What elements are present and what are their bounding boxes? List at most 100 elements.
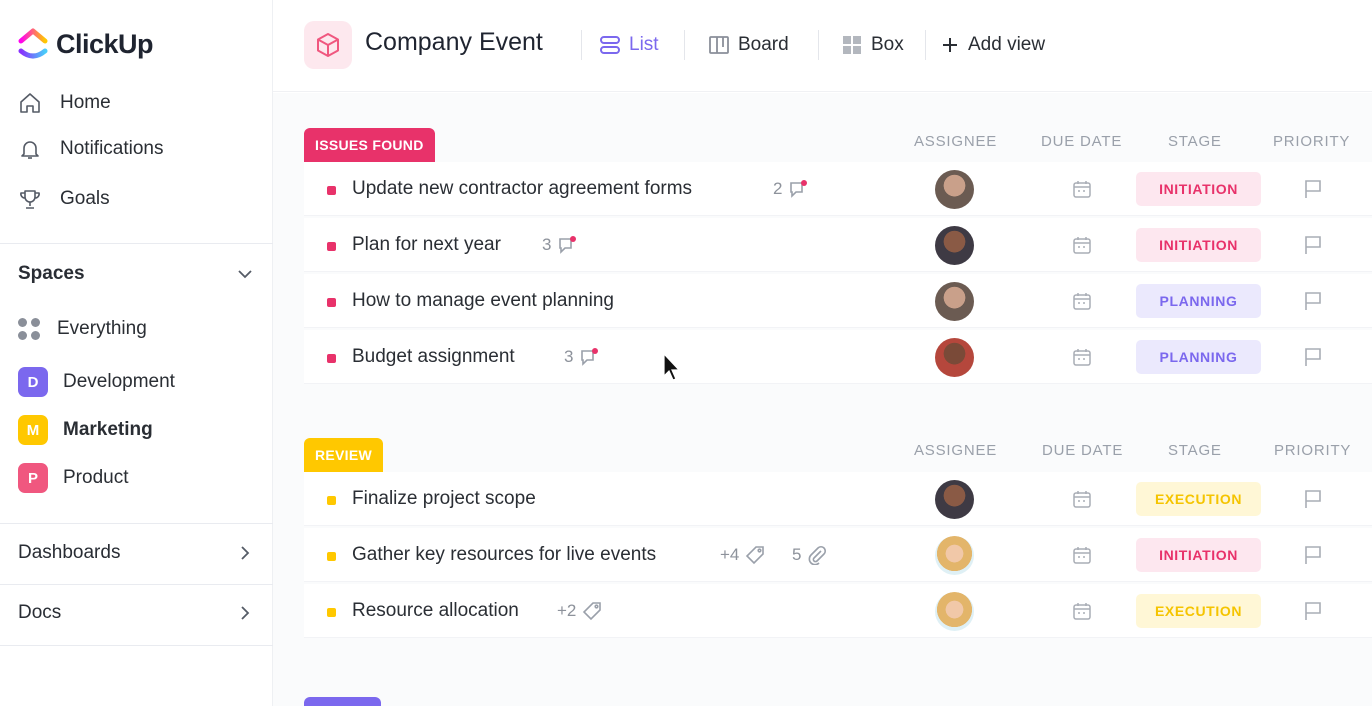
task-name[interactable]: Plan for next year — [352, 234, 501, 256]
nav-home[interactable]: Home — [18, 88, 111, 118]
clickup-logo[interactable]: ClickUp — [18, 24, 154, 64]
tab-box[interactable]: Box — [841, 30, 904, 60]
task-row[interactable]: Finalize project scope EXECUTION — [304, 472, 1372, 526]
task-name[interactable]: Budget assignment — [352, 346, 515, 368]
task-row[interactable]: Resource allocation +2 EXECUTION — [304, 584, 1372, 638]
home-icon — [20, 93, 40, 113]
task-name[interactable]: Gather key resources for live events — [352, 544, 656, 566]
calendar-icon[interactable] — [1072, 179, 1092, 199]
column-header-assignee[interactable]: ASSIGNEE — [914, 133, 997, 150]
calendar-icon[interactable] — [1072, 601, 1092, 621]
chevron-right-icon — [241, 606, 250, 620]
status-dot[interactable] — [327, 496, 336, 505]
space-product[interactable]: P Product — [18, 462, 128, 494]
nav-notifications[interactable]: Notifications — [18, 134, 164, 164]
assignee-avatar[interactable] — [935, 170, 974, 209]
add-view-button[interactable]: Add view — [940, 30, 1045, 60]
task-name[interactable]: Resource allocation — [352, 600, 519, 622]
dashboards-label: Dashboards — [18, 542, 121, 563]
column-header-stage[interactable]: STAGE — [1168, 133, 1222, 150]
status-dot[interactable] — [327, 552, 336, 561]
column-header-priority[interactable]: PRIORITY — [1273, 133, 1350, 150]
column-header-assignee[interactable]: ASSIGNEE — [914, 442, 997, 459]
assignee-avatar[interactable] — [935, 338, 974, 377]
stage-badge[interactable]: INITIATION — [1136, 228, 1261, 262]
column-header-stage[interactable]: STAGE — [1168, 442, 1222, 459]
main-content: ISSUES FOUND ASSIGNEE DUE DATE STAGE PRI… — [273, 93, 1372, 706]
comment-count[interactable]: 2 — [773, 179, 808, 199]
status-dot[interactable] — [327, 354, 336, 363]
stage-badge[interactable]: EXECUTION — [1136, 594, 1261, 628]
stage-badge[interactable]: INITIATION — [1136, 538, 1261, 572]
comment-icon — [559, 235, 577, 254]
tag-count[interactable]: +4 — [720, 545, 765, 565]
task-row[interactable]: Update new contractor agreement forms 2 … — [304, 162, 1372, 216]
group-tag-partial[interactable] — [304, 697, 381, 706]
task-row[interactable]: Gather key resources for live events +4 … — [304, 528, 1372, 582]
header-separator — [581, 30, 582, 60]
tab-list[interactable]: List — [599, 30, 659, 60]
task-name[interactable]: Update new contractor agreement forms — [352, 178, 692, 200]
comment-count[interactable]: 3 — [542, 235, 577, 255]
space-label-product: Product — [63, 467, 129, 488]
column-header-due-date[interactable]: DUE DATE — [1042, 442, 1123, 459]
comment-count-value: 3 — [564, 346, 574, 366]
column-header-due-date[interactable]: DUE DATE — [1041, 133, 1122, 150]
plus-icon — [943, 38, 957, 52]
assignee-avatar[interactable] — [935, 480, 974, 519]
group-tag-review[interactable]: REVIEW — [304, 438, 384, 472]
assignee-avatar[interactable] — [935, 592, 974, 631]
calendar-icon[interactable] — [1072, 291, 1092, 311]
chevron-right-icon — [241, 546, 250, 560]
group-tag-issues-found[interactable]: ISSUES FOUND — [304, 128, 435, 162]
flag-icon[interactable] — [1302, 290, 1324, 312]
attachment-count[interactable]: 5 — [792, 545, 827, 565]
calendar-icon[interactable] — [1072, 545, 1092, 565]
assignee-avatar[interactable] — [935, 536, 974, 575]
chevron-down-icon[interactable] — [236, 265, 254, 283]
spaces-header[interactable]: Spaces — [18, 259, 254, 289]
flag-icon[interactable] — [1302, 346, 1324, 368]
flag-icon[interactable] — [1302, 488, 1324, 510]
assignee-avatar[interactable] — [935, 226, 974, 265]
top-header: Company Event List Board Box Add view — [273, 0, 1372, 92]
status-dot[interactable] — [327, 186, 336, 195]
calendar-icon[interactable] — [1072, 235, 1092, 255]
status-dot[interactable] — [327, 242, 336, 251]
stage-badge[interactable]: PLANNING — [1136, 340, 1261, 374]
flag-icon[interactable] — [1302, 178, 1324, 200]
space-everything[interactable]: Everything — [18, 313, 147, 345]
nav-goals[interactable]: Goals — [18, 184, 110, 214]
flag-icon[interactable] — [1302, 600, 1324, 622]
comment-count[interactable]: 3 — [564, 347, 599, 367]
task-row[interactable]: Budget assignment 3 PLANNING — [304, 330, 1372, 384]
tag-count[interactable]: +2 — [557, 601, 602, 621]
header-separator — [818, 30, 819, 60]
task-row[interactable]: How to manage event planning PLANNING — [304, 274, 1372, 328]
status-dot[interactable] — [327, 608, 336, 617]
assignee-avatar[interactable] — [935, 282, 974, 321]
stage-badge[interactable]: EXECUTION — [1136, 482, 1261, 516]
stage-badge[interactable]: INITIATION — [1136, 172, 1261, 206]
space-development[interactable]: D Development — [18, 366, 175, 398]
docs-item[interactable]: Docs — [18, 598, 254, 628]
tag-icon — [746, 545, 765, 564]
column-header-priority[interactable]: PRIORITY — [1274, 442, 1351, 459]
calendar-icon[interactable] — [1072, 347, 1092, 367]
board-icon — [709, 36, 729, 54]
task-name[interactable]: How to manage event planning — [352, 290, 614, 312]
dashboards-item[interactable]: Dashboards — [18, 538, 254, 568]
flag-icon[interactable] — [1302, 544, 1324, 566]
attachment-count-value: 5 — [792, 544, 802, 564]
comment-count-value: 2 — [773, 178, 783, 198]
status-dot[interactable] — [327, 298, 336, 307]
space-marketing[interactable]: M Marketing — [18, 414, 153, 446]
task-row[interactable]: Plan for next year 3 INITIATION — [304, 218, 1372, 272]
tab-board[interactable]: Board — [708, 30, 789, 60]
flag-icon[interactable] — [1302, 234, 1324, 256]
stage-badge[interactable]: PLANNING — [1136, 284, 1261, 318]
calendar-icon[interactable] — [1072, 489, 1092, 509]
clickup-logo-icon — [18, 27, 48, 61]
task-name[interactable]: Finalize project scope — [352, 488, 536, 510]
tab-board-label: Board — [738, 34, 789, 55]
